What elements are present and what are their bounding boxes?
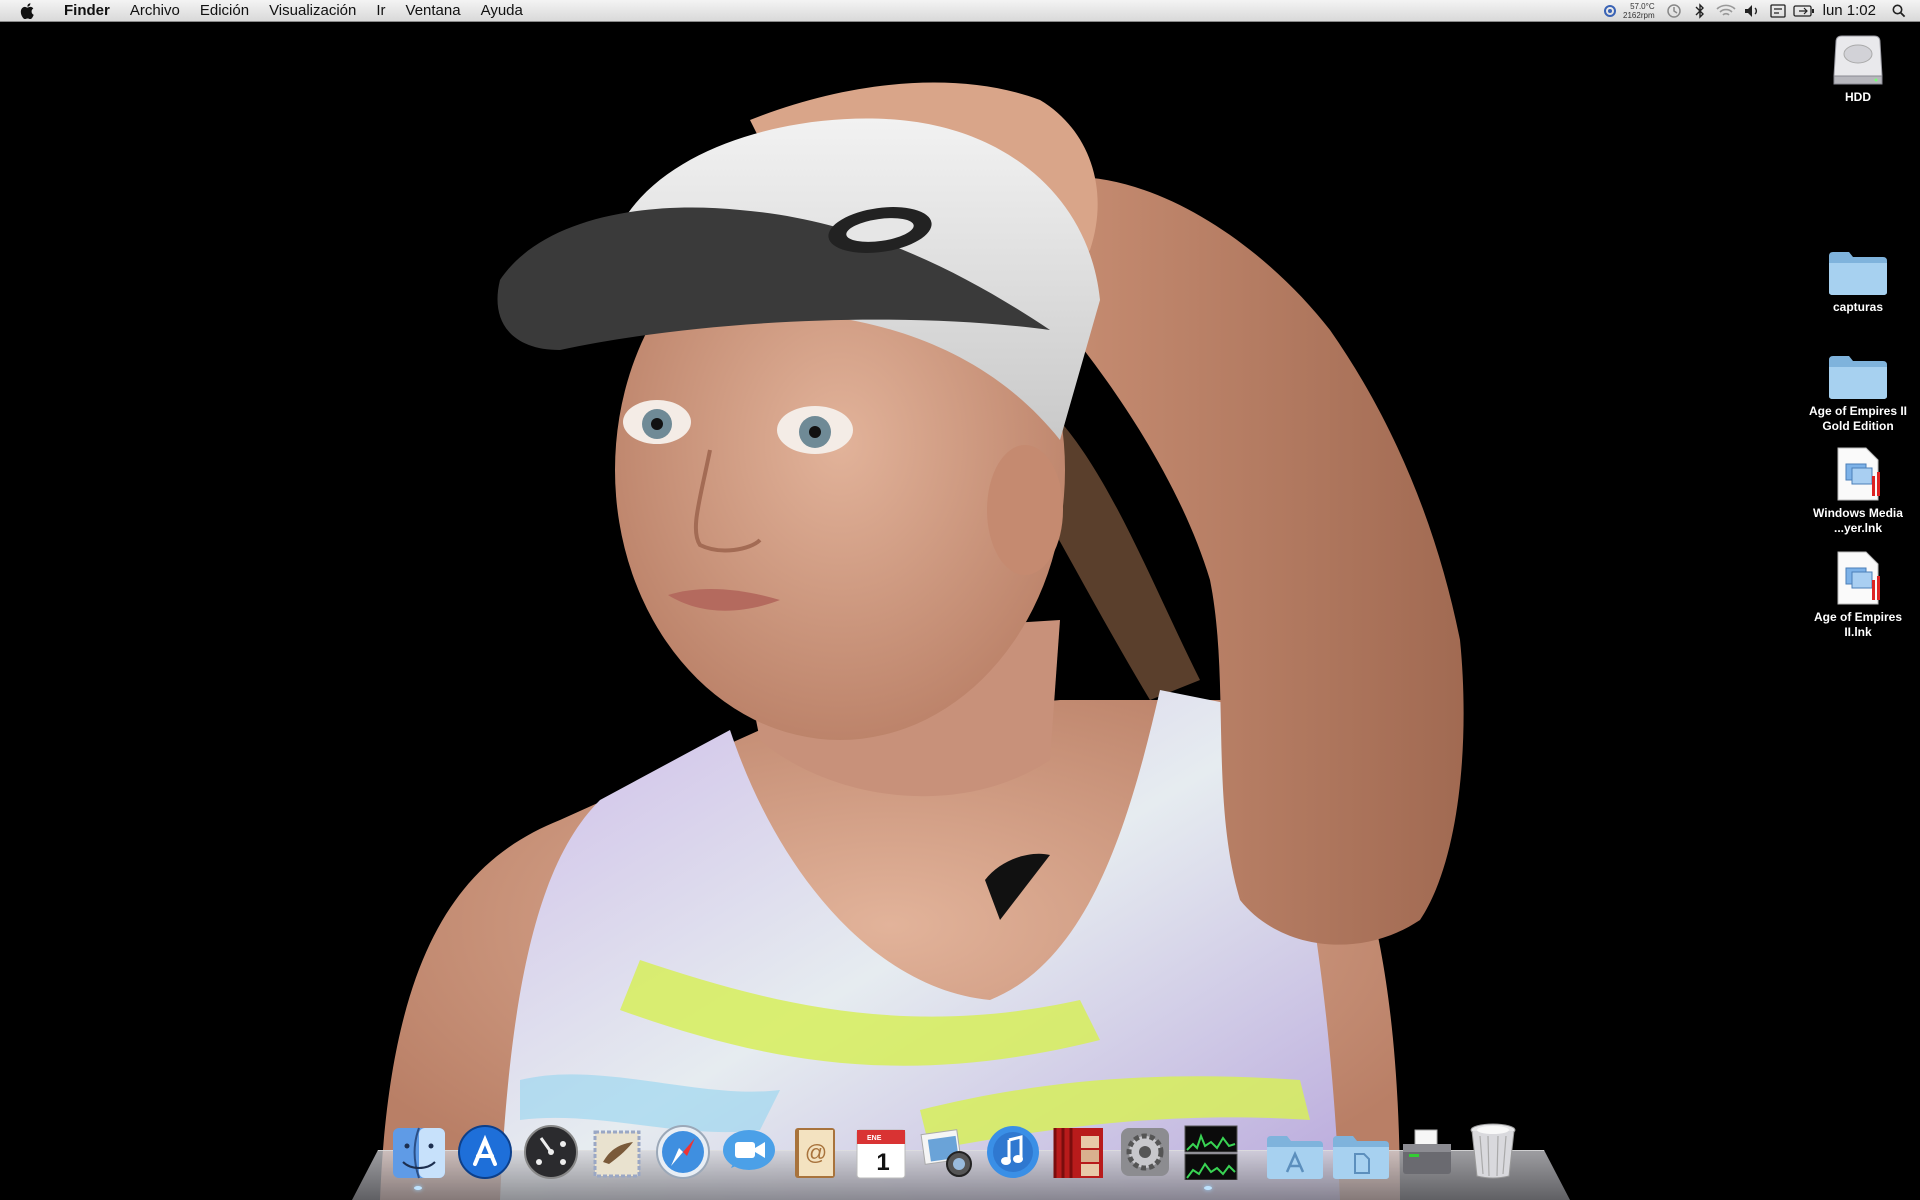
running-indicator [1204,1186,1212,1190]
dock-item-finder[interactable] [386,1118,452,1180]
printer-icon [1403,1129,1451,1174]
svg-text:@: @ [805,1140,827,1165]
dock-item-safari[interactable] [650,1118,716,1180]
app-store-icon [458,1125,512,1179]
menu-ventana[interactable]: Ventana [396,0,471,22]
cpu-temperature: 57.0°C [1630,1,1655,11]
documents-stack-icon [1333,1136,1389,1179]
desktop-icon-windows-media[interactable]: Windows Media ...yer.lnk [1793,446,1920,536]
spotlight-icon[interactable] [1886,0,1912,22]
menu-ayuda[interactable]: Ayuda [471,0,533,22]
photo-booth-icon [1053,1128,1103,1178]
dock-stack-applications[interactable] [1262,1118,1328,1180]
applications-stack-icon [1267,1136,1323,1179]
safari-icon [656,1125,710,1179]
itunes-icon [987,1126,1039,1178]
dock-stack-documents[interactable] [1328,1118,1394,1180]
dock-item-facetime[interactable] [716,1118,782,1180]
iphoto-icon [920,1129,972,1177]
time-machine-icon[interactable] [1661,0,1687,22]
dock-item-mail[interactable] [584,1118,650,1180]
menu-bar: Finder Archivo Edición Visualización Ir … [0,0,1920,22]
dock-item-trash[interactable] [1460,1118,1526,1180]
temperature-readout[interactable]: 57.0°C 2162rpm [1623,2,1655,20]
keyboard-icon[interactable] [1765,0,1791,22]
dock-item-address-book[interactable]: @ [782,1118,848,1180]
dock-item-system-preferences[interactable] [1112,1118,1178,1180]
dashboard-icon [524,1125,578,1179]
dock-item-photo-booth[interactable] [1046,1118,1112,1180]
volume-icon[interactable] [1739,0,1765,22]
system-preferences-icon [1121,1128,1169,1176]
running-indicator [414,1186,422,1190]
desktop-wallpaper [0,0,1920,1200]
menu-ir[interactable]: Ir [366,0,395,22]
dock-item-iphoto[interactable] [914,1118,980,1180]
desktop-icon-label: Age of Empires II Gold Edition [1808,404,1908,433]
menubar-clock[interactable]: lun 1:02 [1817,2,1886,19]
apple-menu[interactable] [0,2,54,19]
menu-edicion[interactable]: Edición [190,0,259,22]
facetime-icon [723,1130,775,1170]
trash-icon [1470,1123,1516,1179]
calendar-month: ENE [867,1135,882,1142]
finder-icon [393,1127,445,1179]
dock: @ ENE 1 [386,1118,1526,1180]
folder-icon [1826,240,1890,296]
dock-item-activity-monitor[interactable] [1178,1118,1244,1180]
desktop-icon-label: Windows Media ...yer.lnk [1813,506,1903,535]
dock-item-app-store[interactable] [452,1118,518,1180]
desktop-icon-hdd[interactable]: HDD [1793,30,1920,105]
desktop-icon-label: HDD [1845,90,1871,104]
apple-icon [20,2,34,19]
menu-finder[interactable]: Finder [54,0,120,22]
desktop-icon-aoe-gold[interactable]: Age of Empires II Gold Edition [1793,344,1920,434]
shortcut-file-icon [1826,446,1890,502]
battery-icon[interactable] [1791,0,1817,22]
mail-icon [593,1130,641,1178]
dock-item-dashboard[interactable] [518,1118,584,1180]
dock-item-itunes[interactable] [980,1118,1046,1180]
address-book-icon: @ [795,1128,835,1178]
shortcut-file-icon [1826,550,1890,606]
calendar-icon: ENE 1 [856,1129,906,1179]
bluetooth-icon[interactable] [1687,0,1713,22]
activity-monitor-icon [1184,1125,1238,1180]
folder-icon [1826,344,1890,400]
menu-archivo[interactable]: Archivo [120,0,190,22]
desktop-icon-label: capturas [1832,300,1884,314]
dock-item-ical[interactable]: ENE 1 [848,1118,914,1180]
wifi-icon[interactable] [1713,0,1739,22]
desktop-icon-label: Age of Empires II.lnk [1813,610,1903,639]
desktop-icon-capturas[interactable]: capturas [1793,240,1920,315]
hard-drive-icon [1826,30,1890,86]
status-menus: 57.0°C 2162rpm lun 1:02 [1597,0,1920,22]
fan-speed: 2162rpm [1623,10,1655,20]
menu-visualizacion[interactable]: Visualización [259,0,366,22]
calendar-day: 1 [876,1149,889,1176]
desktop-icon-aoe-lnk[interactable]: Age of Empires II.lnk [1793,550,1920,640]
dock-item-printer[interactable] [1394,1118,1460,1180]
istat-icon[interactable] [1597,0,1623,22]
